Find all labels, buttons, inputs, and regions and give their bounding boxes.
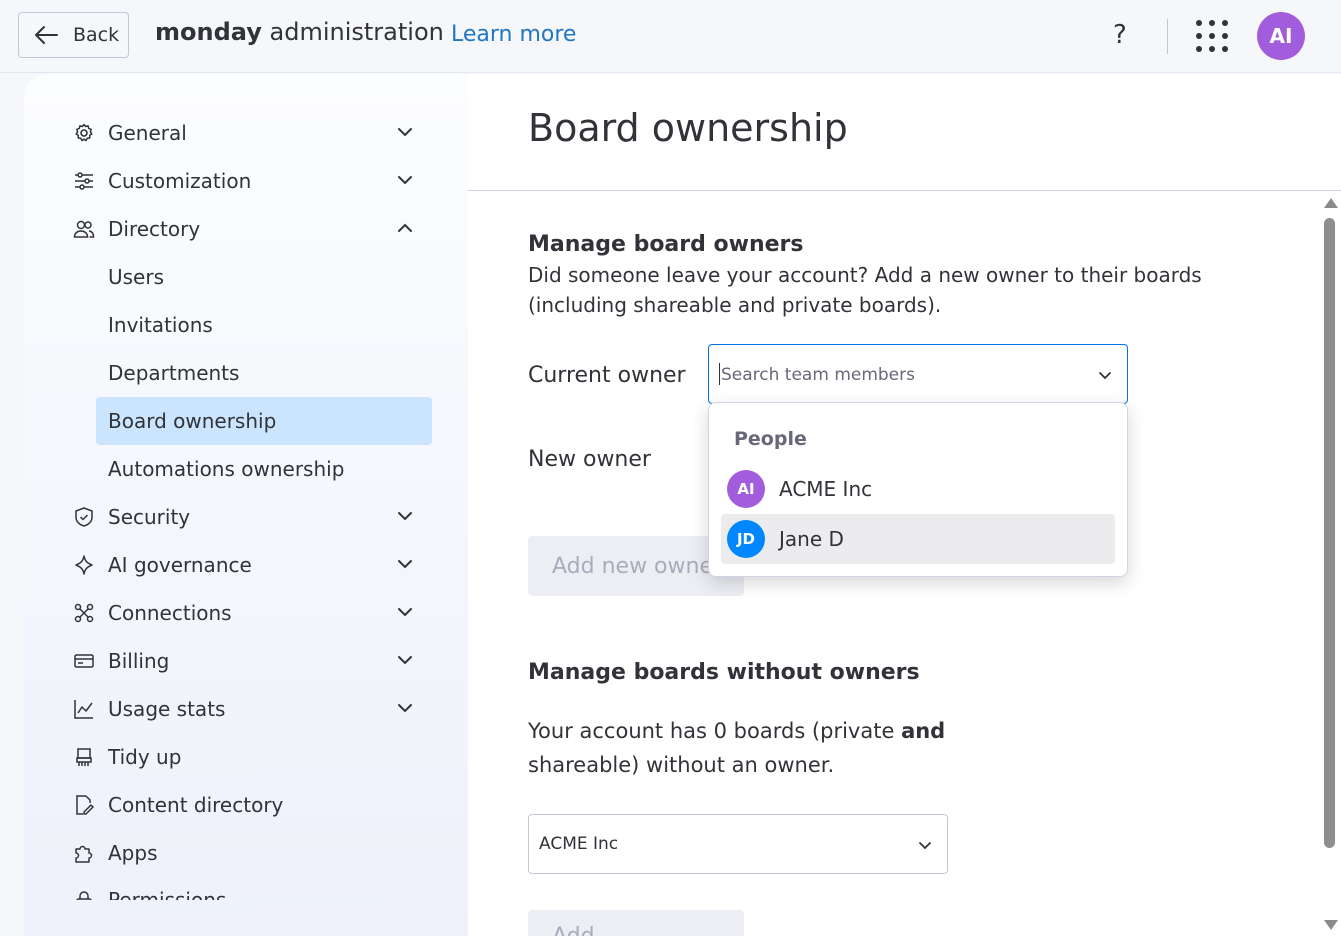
sidebar-item-departments[interactable]: Departments xyxy=(96,349,432,397)
sidebar-label: Usage stats xyxy=(108,697,226,721)
page-title: Board ownership xyxy=(528,106,848,150)
add-button[interactable]: Add xyxy=(528,910,744,936)
credit-card-icon xyxy=(72,649,96,673)
manage-owners-title: Manage board owners xyxy=(528,232,804,257)
without-owners-title: Manage boards without owners xyxy=(528,660,920,685)
sidebar-label: Permissions xyxy=(108,888,227,900)
sidebar-item-connections[interactable]: Connections xyxy=(72,593,432,633)
search-input[interactable] xyxy=(719,359,1083,391)
chevron-down-icon xyxy=(398,560,412,569)
sidebar-label: Directory xyxy=(108,217,201,241)
sidebar-item-permissions[interactable]: Permissions xyxy=(72,880,432,900)
desc-bold: and xyxy=(901,719,946,743)
scroll-up-arrow-icon[interactable] xyxy=(1324,198,1338,208)
chevron-down-icon xyxy=(398,512,412,521)
avatar: JD xyxy=(727,520,765,558)
header-divider xyxy=(1167,19,1168,54)
dropdown-heading: People xyxy=(734,428,807,450)
chevron-down-icon xyxy=(398,608,412,617)
sidebar-item-customization[interactable]: Customization xyxy=(72,161,432,201)
owner-select[interactable]: ACME Inc xyxy=(528,814,948,874)
title-divider xyxy=(468,190,1341,191)
sidebar-item-ai-governance[interactable]: AI governance xyxy=(72,545,432,585)
puzzle-icon xyxy=(72,841,96,865)
chevron-up-icon xyxy=(398,223,412,232)
chevron-down-icon xyxy=(398,176,412,185)
scrollbar-thumb[interactable] xyxy=(1324,218,1335,848)
scrollbar[interactable] xyxy=(1320,196,1340,936)
current-owner-label: Current owner xyxy=(528,363,686,388)
new-owner-label: New owner xyxy=(528,447,651,472)
selected-owner-value: ACME Inc xyxy=(539,834,619,854)
sidebar-item-board-ownership[interactable]: Board ownership xyxy=(96,397,432,445)
document-edit-icon xyxy=(72,793,96,817)
sidebar-label: Tidy up xyxy=(108,745,182,769)
top-bar: Back monday administration Learn more ? … xyxy=(0,0,1341,73)
sidebar-item-billing[interactable]: Billing xyxy=(72,641,432,681)
help-icon[interactable]: ? xyxy=(1113,20,1127,50)
sidebar-label: AI governance xyxy=(108,553,252,577)
learn-more-link[interactable]: Learn more xyxy=(451,22,576,47)
sidebar-item-tidy-up[interactable]: Tidy up xyxy=(72,737,432,777)
sparkle-icon xyxy=(72,553,96,577)
brand-bold: monday xyxy=(155,18,262,46)
chevron-down-icon[interactable] xyxy=(1097,367,1113,383)
sidebar-label: Content directory xyxy=(108,793,284,817)
option-label: Jane D xyxy=(779,527,844,551)
sidebar-item-usage-stats[interactable]: Usage stats xyxy=(72,689,432,729)
arrow-left-icon xyxy=(35,26,58,44)
manage-owners-description: Did someone leave your account? Add a ne… xyxy=(528,263,1202,317)
shield-icon xyxy=(72,505,96,529)
desc-part-1: Your account has 0 boards (private xyxy=(528,719,902,743)
sidebar-item-security[interactable]: Security xyxy=(72,497,432,537)
user-avatar[interactable]: AI xyxy=(1257,12,1305,60)
brand-title: monday administration xyxy=(155,18,444,46)
scroll-down-arrow-icon[interactable] xyxy=(1324,920,1338,930)
sidebar-item-directory[interactable]: Directory xyxy=(72,209,432,249)
sidebar-label: Apps xyxy=(108,841,158,865)
avatar: AI xyxy=(727,470,765,508)
current-owner-search[interactable] xyxy=(708,344,1128,404)
connections-icon xyxy=(72,601,96,625)
line-chart-icon xyxy=(72,697,96,721)
owner-dropdown-menu: People AI ACME Inc JD Jane D xyxy=(708,402,1128,577)
sidebar-item-general[interactable]: General xyxy=(72,113,432,153)
sidebar-item-users[interactable]: Users xyxy=(96,253,432,301)
chevron-down-icon xyxy=(919,842,931,850)
sidebar-label: Customization xyxy=(108,169,252,193)
desc-part-2: shareable) without an owner. xyxy=(528,753,835,777)
dropdown-option-acme[interactable]: AI ACME Inc xyxy=(721,464,1115,514)
sidebar-item-content-directory[interactable]: Content directory xyxy=(72,785,432,825)
lock-icon xyxy=(72,888,96,900)
without-owners-description: Your account has 0 boards (private and s… xyxy=(528,714,1048,782)
back-label: Back xyxy=(73,24,120,46)
sidebar-label: Billing xyxy=(108,649,170,673)
back-button[interactable]: Back xyxy=(18,12,129,58)
sidebar-item-permissions-clip: Permissions xyxy=(72,880,432,900)
chevron-down-icon xyxy=(398,656,412,665)
people-icon xyxy=(72,217,96,241)
broom-icon xyxy=(72,745,96,769)
chevron-down-icon xyxy=(398,128,412,137)
sidebar-item-apps[interactable]: Apps xyxy=(72,833,432,873)
apps-grid-icon[interactable] xyxy=(1196,20,1228,52)
dropdown-option-jane[interactable]: JD Jane D xyxy=(721,514,1115,564)
sidebar-item-automations-ownership[interactable]: Automations ownership xyxy=(96,445,432,493)
chevron-down-icon xyxy=(398,704,412,713)
gear-icon xyxy=(72,121,96,145)
sliders-icon xyxy=(72,169,96,193)
sidebar-item-invitations[interactable]: Invitations xyxy=(96,301,432,349)
option-label: ACME Inc xyxy=(779,477,873,501)
sidebar-label: Connections xyxy=(108,601,232,625)
sidebar-label: General xyxy=(108,121,187,145)
sidebar-label: Security xyxy=(108,505,191,529)
brand-rest: administration xyxy=(261,18,444,46)
